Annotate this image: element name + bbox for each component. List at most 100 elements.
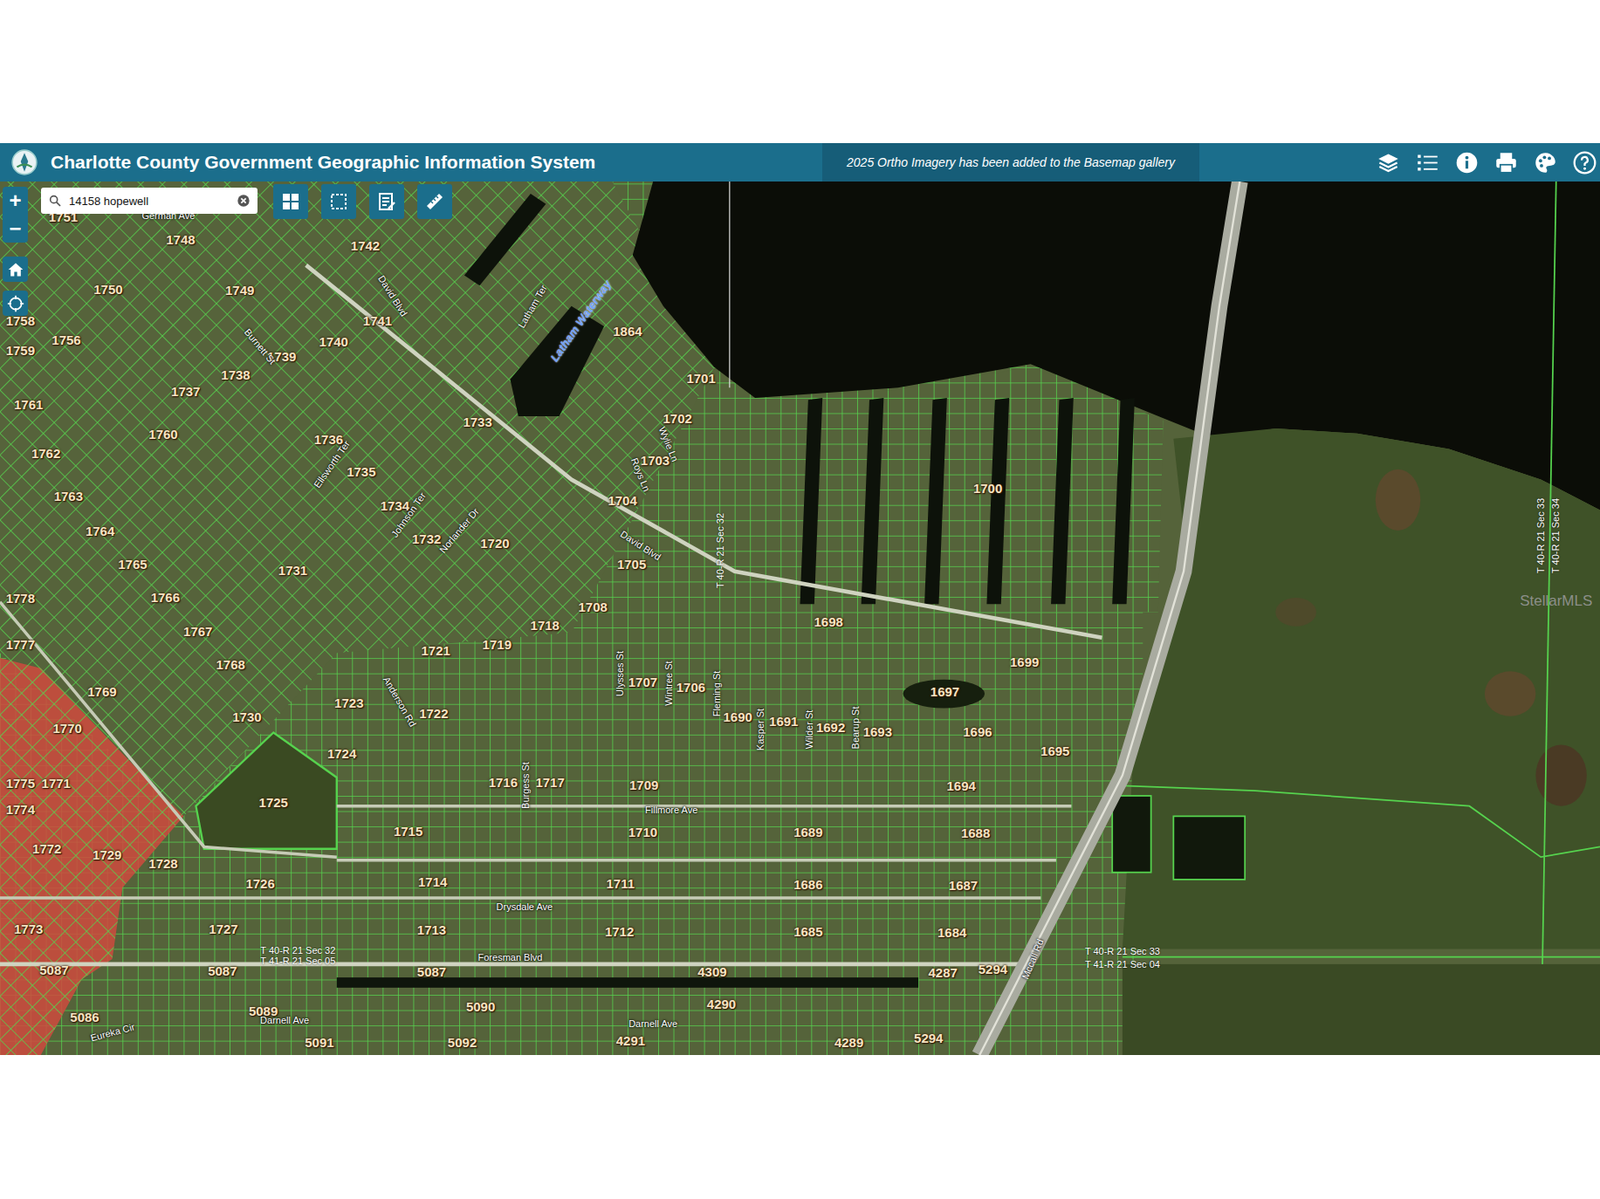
search-icon (48, 193, 62, 208)
help-icon[interactable] (1572, 151, 1597, 175)
report-button[interactable] (369, 184, 405, 220)
parcel-label: 1774 (6, 803, 35, 818)
parcel-label: 4289 (834, 1036, 864, 1051)
parcel-label: 1730 (232, 710, 261, 726)
parcel-label: 1686 (793, 877, 823, 893)
parcel-label: 5087 (39, 963, 69, 979)
parcel-label: 1695 (1040, 743, 1070, 759)
parcel-label: 1717 (535, 775, 564, 791)
parcel-label: 1768 (216, 658, 246, 673)
parcel-label: 1714 (418, 875, 447, 891)
parcel-label: 5294 (913, 1031, 943, 1047)
parcel-label: 1703 (640, 453, 670, 469)
section-label: T 40-R 21 Sec 32 (260, 945, 336, 956)
street-label: Darnell Ave (628, 1018, 678, 1030)
parcel-label: 1778 (6, 591, 35, 607)
section-label: T 40-R 21 Sec 32 (714, 513, 726, 589)
parcel-label: 1713 (417, 923, 447, 939)
parcel-label: 1692 (816, 720, 845, 735)
clear-icon[interactable] (236, 193, 251, 208)
parcel-label: 1772 (32, 842, 62, 858)
app-title: Charlotte County Government Geographic I… (50, 151, 596, 173)
parcel-label: 1715 (393, 824, 423, 840)
parcel-label: 1766 (151, 590, 180, 606)
home-button[interactable] (2, 256, 28, 282)
zoom-button[interactable]: + (2, 186, 28, 215)
zoom-control: +− (2, 186, 28, 243)
top-margin (0, 0, 1600, 144)
parcel-label: 1709 (629, 778, 659, 794)
street-label: Darnell Ave (260, 1015, 310, 1026)
parcel-label: 1729 (92, 848, 122, 864)
street-label: Ulysses St (614, 651, 625, 697)
parcel-label: 1719 (482, 638, 512, 653)
parcel-label: 4291 (616, 1033, 646, 1049)
legend-list-icon[interactable] (1415, 151, 1440, 175)
parcel-label: 1705 (617, 556, 646, 572)
parcel-label: 1716 (488, 775, 518, 791)
parcel-label: 1689 (793, 825, 823, 841)
select-button[interactable] (321, 184, 357, 220)
parcel-label: 1742 (350, 238, 380, 254)
info-icon[interactable] (1455, 151, 1479, 175)
select-box-icon (328, 191, 350, 213)
parcel-label: 4290 (707, 996, 736, 1012)
parcel-label: 1698 (814, 615, 844, 631)
parcel-label: 1738 (220, 368, 250, 384)
parcel-label: 1765 (117, 556, 147, 572)
parcel-label: 4287 (927, 966, 957, 982)
brand: Charlotte County Government Geographic I… (0, 143, 823, 182)
parcel-label: 1708 (578, 599, 608, 615)
parcel-label: 1763 (54, 489, 83, 505)
parcel-label: 1691 (769, 714, 798, 729)
parcel-label: 1724 (327, 747, 357, 763)
parcel-label: 1702 (663, 412, 693, 427)
parcel-label: 1741 (363, 314, 392, 330)
measure-button[interactable] (417, 184, 453, 220)
grid-icon (280, 191, 302, 213)
locate-button[interactable] (2, 290, 28, 316)
street-label: Foresman Blvd (478, 952, 543, 963)
parcel-label: 1696 (962, 725, 992, 741)
parcel-label: 1706 (676, 680, 706, 696)
parcel-label: 1758 (6, 314, 35, 330)
header-toolbar (1199, 143, 1600, 182)
parcel-label: 1725 (259, 796, 289, 811)
parcel-label: 1773 (13, 922, 43, 938)
parcel-label: 1767 (183, 624, 213, 639)
parcel-label: 1731 (278, 563, 308, 578)
street-label: Kasper St (755, 708, 766, 751)
parcel-label: 1762 (31, 446, 61, 462)
search-field[interactable]: 14158 hopewell (41, 187, 258, 214)
street-label: Wintree St (663, 661, 674, 707)
parcel-label: 1701 (686, 370, 715, 386)
report-icon (376, 191, 398, 213)
section-label: T 41-R 21 Sec 04 (1084, 959, 1161, 970)
parcel-label: 1737 (171, 384, 200, 400)
bottom-margin (0, 1055, 1600, 1199)
parcel-label: 5092 (447, 1036, 477, 1051)
county-logo-icon (10, 148, 39, 177)
parcel-label: 1721 (420, 644, 450, 660)
section-label: T 41-R 21 Sec 05 (260, 955, 336, 967)
basemap-button[interactable] (273, 184, 309, 220)
palette-icon[interactable] (1533, 151, 1558, 175)
notice-banner: 2025 Ortho Imagery has been added to the… (822, 143, 1200, 182)
parcel-label: 1864 (612, 324, 642, 340)
map-canvas[interactable]: 1748174217501749175817411864175617401759… (0, 181, 1600, 1056)
zoom-button[interactable]: − (2, 214, 28, 243)
parcel-label: 5087 (207, 964, 237, 980)
parcel-label: 1687 (948, 878, 978, 894)
parcel-label: 1697 (930, 684, 960, 700)
parcel-label: 1710 (628, 825, 658, 841)
print-icon[interactable] (1494, 151, 1518, 175)
ruler-icon (424, 191, 446, 213)
street-label: Fleming St (711, 671, 722, 718)
parcel-label: 1726 (245, 876, 275, 892)
layers-icon[interactable] (1376, 151, 1401, 175)
watermark: StellarMLS (1519, 592, 1593, 610)
street-label: Wilder St (803, 710, 815, 750)
section-label: T 40-R 21 Sec 34 (1550, 498, 1561, 574)
section-label: T 40-R 21 Sec 33 (1084, 946, 1161, 957)
parcel-label: 1775 (6, 776, 35, 792)
